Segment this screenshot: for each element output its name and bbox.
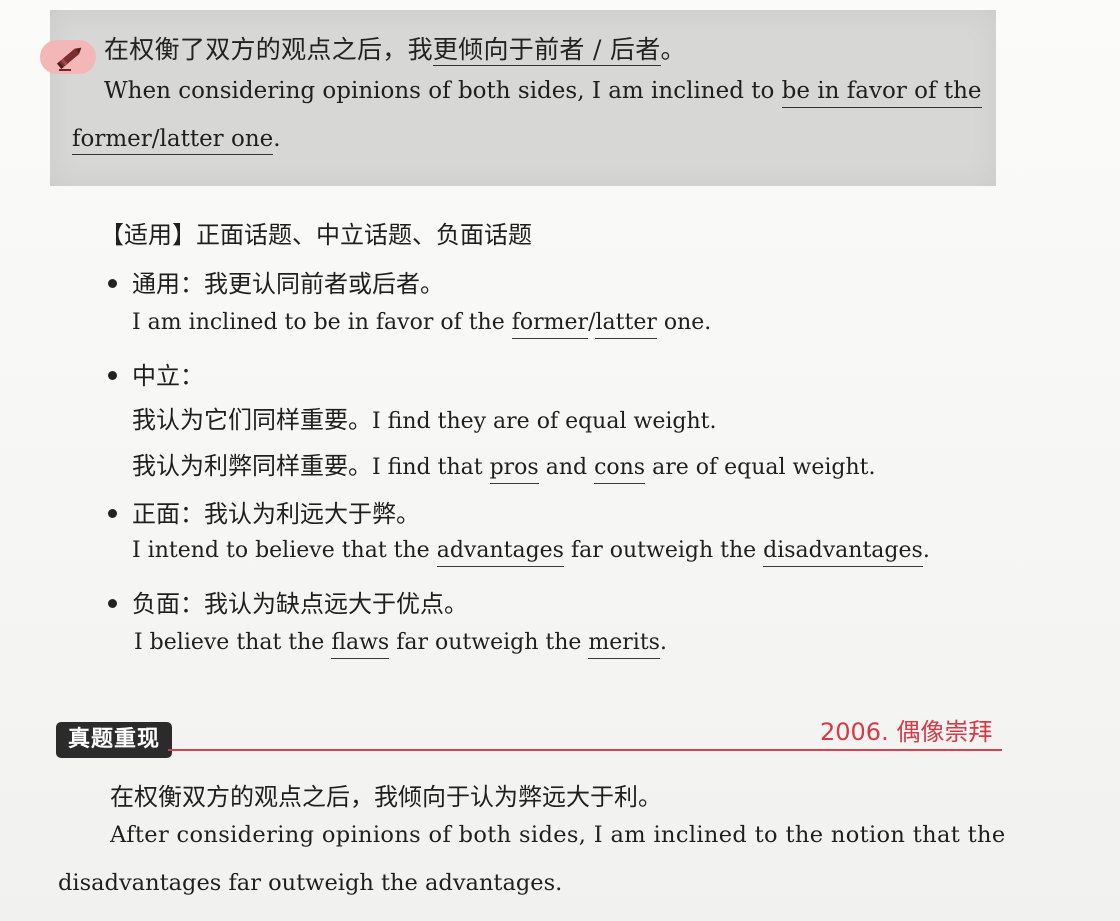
phrase-english-line2: former/latter one. xyxy=(72,126,281,155)
positive-en-text: I intend to believe that the xyxy=(132,538,437,563)
bullet-dot xyxy=(108,599,117,608)
exam-year-topic: 2006. 偶像崇拜 xyxy=(820,718,993,746)
neutral-sentence-1: 我认为它们同样重要。I find they are of equal weigh… xyxy=(132,400,716,435)
general-cn: 通用：我更认同前者或后者。 xyxy=(132,270,444,298)
underlined-pros: pros xyxy=(489,455,539,484)
phrase-en-end: . xyxy=(273,126,281,152)
neutral-s2-and: and xyxy=(538,455,595,480)
underlined-latter: latter xyxy=(595,310,657,339)
neutral-cn: 中立： xyxy=(132,362,204,390)
negative-cn: 负面：我认为缺点远大于优点。 xyxy=(132,590,468,618)
book-page: 在权衡了双方的观点之后，我更倾向于前者 / 后者。 When consideri… xyxy=(0,0,1120,921)
positive-en: I intend to believe that the advantages … xyxy=(132,538,930,567)
neutral-s1-cn: 我认为它们同样重要。 xyxy=(132,406,372,434)
general-en-text: I am inclined to be in favor of the xyxy=(132,310,512,335)
bullet-dot xyxy=(108,371,117,380)
bullet-dot xyxy=(108,279,117,288)
phrase-en-underlined-2: former/latter one xyxy=(72,126,274,155)
exam-cn: 在权衡双方的观点之后，我倾向于认为弊远大于利。 xyxy=(110,783,662,811)
underlined-merits: merits xyxy=(588,630,660,659)
neutral-s1-en: I find they are of equal weight. xyxy=(372,409,717,434)
section-divider xyxy=(168,749,1002,751)
phrase-cn-end: 。 xyxy=(660,35,686,64)
general-en: I am inclined to be in favor of the form… xyxy=(132,310,712,339)
negative-en-text: I believe that the xyxy=(134,630,332,655)
pencil-icon xyxy=(56,47,82,71)
positive-en-end: . xyxy=(922,538,930,563)
phrase-en-underlined: be in favor of the xyxy=(781,78,982,108)
bullet-dot xyxy=(108,509,117,518)
negative-en: I believe that the flaws far outweigh th… xyxy=(134,630,667,659)
underlined-cons: cons xyxy=(594,455,646,484)
underlined-advantages: advantages xyxy=(436,538,564,567)
phrase-cn-underlined: 更倾向于前者 / 后者 xyxy=(432,35,661,66)
neutral-sentence-2: 我认为利弊同样重要。I find that pros and cons are … xyxy=(132,446,876,484)
general-en-end: one. xyxy=(656,310,712,335)
underlined-disadvantages: disadvantages xyxy=(763,538,923,567)
underlined-former: former xyxy=(511,310,589,339)
positive-en-mid: far outweigh the xyxy=(563,538,764,563)
phrase-en-text: When considering opinions of both sides,… xyxy=(104,78,782,104)
phrase-english-line1: When considering opinions of both sides,… xyxy=(104,78,982,108)
usage-label: 【适用】正面话题、中立话题、负面话题 xyxy=(100,221,532,249)
exam-en-line2: disadvantages far outweigh the advantage… xyxy=(58,870,563,896)
neutral-s2-cn: 我认为利弊同样重要。 xyxy=(132,452,372,480)
neutral-s2-end: are of equal weight. xyxy=(645,455,876,480)
negative-en-end: . xyxy=(659,630,667,655)
underlined-flaws: flaws xyxy=(331,630,390,659)
neutral-s2-en-text: I find that xyxy=(372,455,490,480)
negative-en-mid: far outweigh the xyxy=(389,630,589,655)
phrase-chinese: 在权衡了双方的观点之后，我更倾向于前者 / 后者。 xyxy=(104,30,686,66)
exam-tag: 真题重现 xyxy=(56,722,172,758)
positive-cn: 正面：我认为利远大于弊。 xyxy=(132,500,420,528)
phrase-cn-text: 在权衡了双方的观点之后，我 xyxy=(104,35,433,64)
exam-en-line1: After considering opinions of both sides… xyxy=(110,822,1006,848)
